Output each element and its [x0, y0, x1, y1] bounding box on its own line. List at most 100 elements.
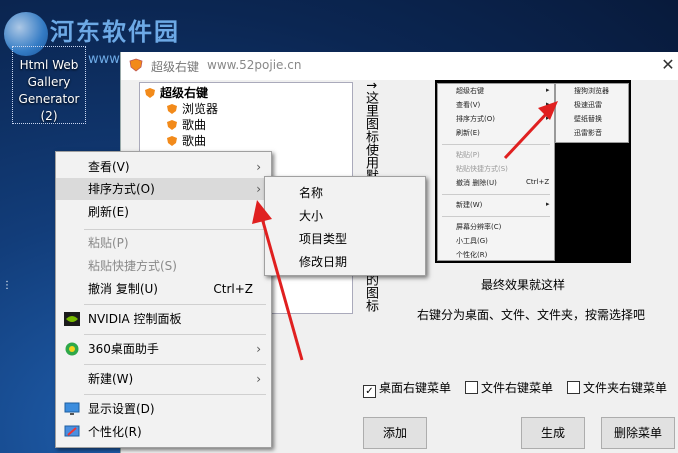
window-titlebar[interactable]: 超级右键 www.52pojie.cn ✕ [121, 52, 678, 80]
preview-menu-item: 新建(W) [456, 201, 483, 209]
hint-label: 右键分为桌面、文件、文件夹，按需选择吧 [417, 308, 646, 322]
desktop-icon-label-4: (2) [40, 109, 58, 123]
menu-item-label: 查看(V) [88, 160, 130, 174]
menu-separator [84, 229, 266, 230]
preview-arrow: ▸ [546, 86, 550, 94]
preview-menu-item: 屏幕分辨率(C) [456, 223, 502, 231]
menu-item-nvidia[interactable]: NVIDIA 控制面板 [56, 308, 271, 330]
nvidia-icon [64, 312, 80, 326]
preview-menu: 超级右键 ▸ 查看(V) ▸ 排序方式(O) ▸ 刷新(E) 粘贴(P) 粘贴快… [437, 83, 555, 261]
preview-separator [442, 144, 550, 145]
menu-item-label: 排序方式(O) [88, 182, 155, 196]
display-icon [64, 402, 80, 415]
tree-item-label: 浏览器 [182, 102, 219, 116]
desktop-edge-dots: ⋮ [2, 280, 12, 291]
menu-item-view[interactable]: 查看(V) › [56, 156, 271, 178]
tree-item[interactable]: 歌曲 [166, 117, 206, 133]
sort-submenu: 名称 大小 项目类型 修改日期 [264, 176, 426, 276]
tree-item[interactable]: 歌曲 [166, 133, 206, 149]
window-site: www.52pojie.cn [207, 58, 302, 72]
checkbox-label: 文件右键菜单 [481, 381, 554, 395]
app-shield-icon [129, 58, 143, 72]
sort-by-size[interactable]: 大小 [299, 207, 323, 224]
preview-arrow: ▸ [546, 100, 550, 108]
menu-item-undo[interactable]: 撤消 复制(U) Ctrl+Z [56, 278, 271, 300]
preview-menu-item: 粘贴(P) [456, 151, 480, 159]
menu-separator [84, 394, 266, 395]
tree-root[interactable]: 超级右键 [144, 85, 208, 101]
preview-menu-item: 小工具(G) [456, 237, 488, 245]
menu-item-label: 360桌面助手 [88, 342, 159, 356]
close-button[interactable]: ✕ [659, 56, 677, 74]
preview-submenu: 搜狗浏览器 极速迅雷 壁纸替换 迅雷影音 [555, 83, 629, 143]
chevron-right-icon: › [256, 342, 261, 356]
preview-shortcut: Ctrl+Z [526, 178, 550, 186]
checkbox-box[interactable]: ✓ [363, 385, 376, 398]
shield-icon [167, 104, 177, 114]
desktop-icon-label-1: Html Web [19, 58, 79, 72]
checkbox-label: 文件夹右键菜单 [583, 381, 668, 395]
chevron-right-icon: › [256, 182, 261, 196]
menu-item-label: 显示设置(D) [88, 402, 155, 416]
menu-item-360-assistant[interactable]: 360桌面助手 › [56, 338, 271, 360]
menu-item-display-settings[interactable]: 显示设置(D) [56, 398, 271, 420]
menu-separator [84, 304, 266, 305]
menu-separator [84, 364, 266, 365]
menu-item-paste-shortcut[interactable]: 粘贴快捷方式(S) [56, 255, 271, 277]
checkbox-label: 桌面右键菜单 [379, 381, 452, 395]
preview-submenu-item: 搜狗浏览器 [574, 87, 609, 95]
checkbox-box[interactable] [465, 381, 478, 394]
final-effect-label: 最终效果就这样 [481, 278, 566, 292]
sort-by-type[interactable]: 项目类型 [299, 230, 347, 247]
file-menu-checkbox[interactable]: 文件右键菜单 [465, 379, 553, 396]
desktop-icon-html-web-gallery[interactable]: Html Web Gallery Generator (2) [12, 46, 86, 124]
watermark-brand: 河东软件园 [50, 17, 180, 46]
desktop-icon-label-2: Gallery [27, 75, 71, 89]
menu-item-label: 个性化(R) [88, 425, 142, 439]
chevron-right-icon: › [256, 372, 261, 386]
preview-submenu-item: 壁纸替换 [574, 115, 602, 123]
shield-icon [145, 88, 155, 98]
tree-item[interactable]: 浏览器 [166, 101, 218, 117]
preview-submenu-item: 迅雷影音 [574, 129, 602, 137]
preview-menu-item: 排序方式(O) [456, 115, 495, 123]
preview-separator [442, 194, 550, 195]
generate-button[interactable]: 生成 [521, 417, 585, 449]
checkbox-box[interactable] [567, 381, 580, 394]
desktop-menu-checkbox[interactable]: ✓ 桌面右键菜单 [363, 379, 451, 398]
360-assistant-icon [65, 342, 79, 356]
preview-arrow: ▸ [546, 200, 550, 208]
preview-menu-item: 粘贴快捷方式(S) [456, 165, 508, 173]
chevron-right-icon: › [256, 160, 261, 174]
folder-menu-checkbox[interactable]: 文件夹右键菜单 [567, 379, 667, 396]
desktop-context-menu: 查看(V) › 排序方式(O) › 刷新(E) 粘贴(P) 粘贴快捷方式(S) … [55, 151, 272, 448]
menu-item-personalize[interactable]: 个性化(R) [56, 421, 271, 443]
menu-item-label: 撤消 复制(U) [88, 282, 158, 296]
menu-item-label: 新建(W) [88, 372, 134, 386]
menu-item-paste[interactable]: 粘贴(P) [56, 232, 271, 254]
sort-by-name[interactable]: 名称 [299, 184, 323, 201]
menu-item-label: 粘贴(P) [88, 236, 129, 250]
menu-item-new[interactable]: 新建(W) › [56, 368, 271, 390]
preview-menu-item: 刷新(E) [456, 129, 480, 137]
menu-item-sort[interactable]: 排序方式(O) › [56, 178, 271, 200]
personalize-icon [64, 425, 80, 437]
menu-item-label: 粘贴快捷方式(S) [88, 259, 177, 273]
preview-menu-item: 超级右键 [456, 87, 484, 95]
menu-item-shortcut: Ctrl+Z [213, 282, 253, 296]
shield-icon [167, 136, 177, 146]
shield-icon [167, 120, 177, 130]
preview-menu-item: 撤消 删除(U) [456, 179, 497, 187]
sort-by-date[interactable]: 修改日期 [299, 253, 347, 270]
menu-item-label: 刷新(E) [88, 205, 129, 219]
preview-menu-item: 查看(V) [456, 101, 481, 109]
tree-item-label: 歌曲 [182, 134, 207, 148]
preview-separator [442, 216, 550, 217]
add-button[interactable]: 添加 [363, 417, 427, 449]
desktop-icon-label-3: Generator [18, 92, 80, 106]
menu-item-refresh[interactable]: 刷新(E) [56, 201, 271, 223]
preview-menu-item: 个性化(R) [456, 251, 488, 259]
window-title: 超级右键 [151, 60, 200, 74]
menu-item-label: NVIDIA 控制面板 [88, 312, 182, 326]
delete-menu-button[interactable]: 删除菜单 [601, 417, 675, 449]
